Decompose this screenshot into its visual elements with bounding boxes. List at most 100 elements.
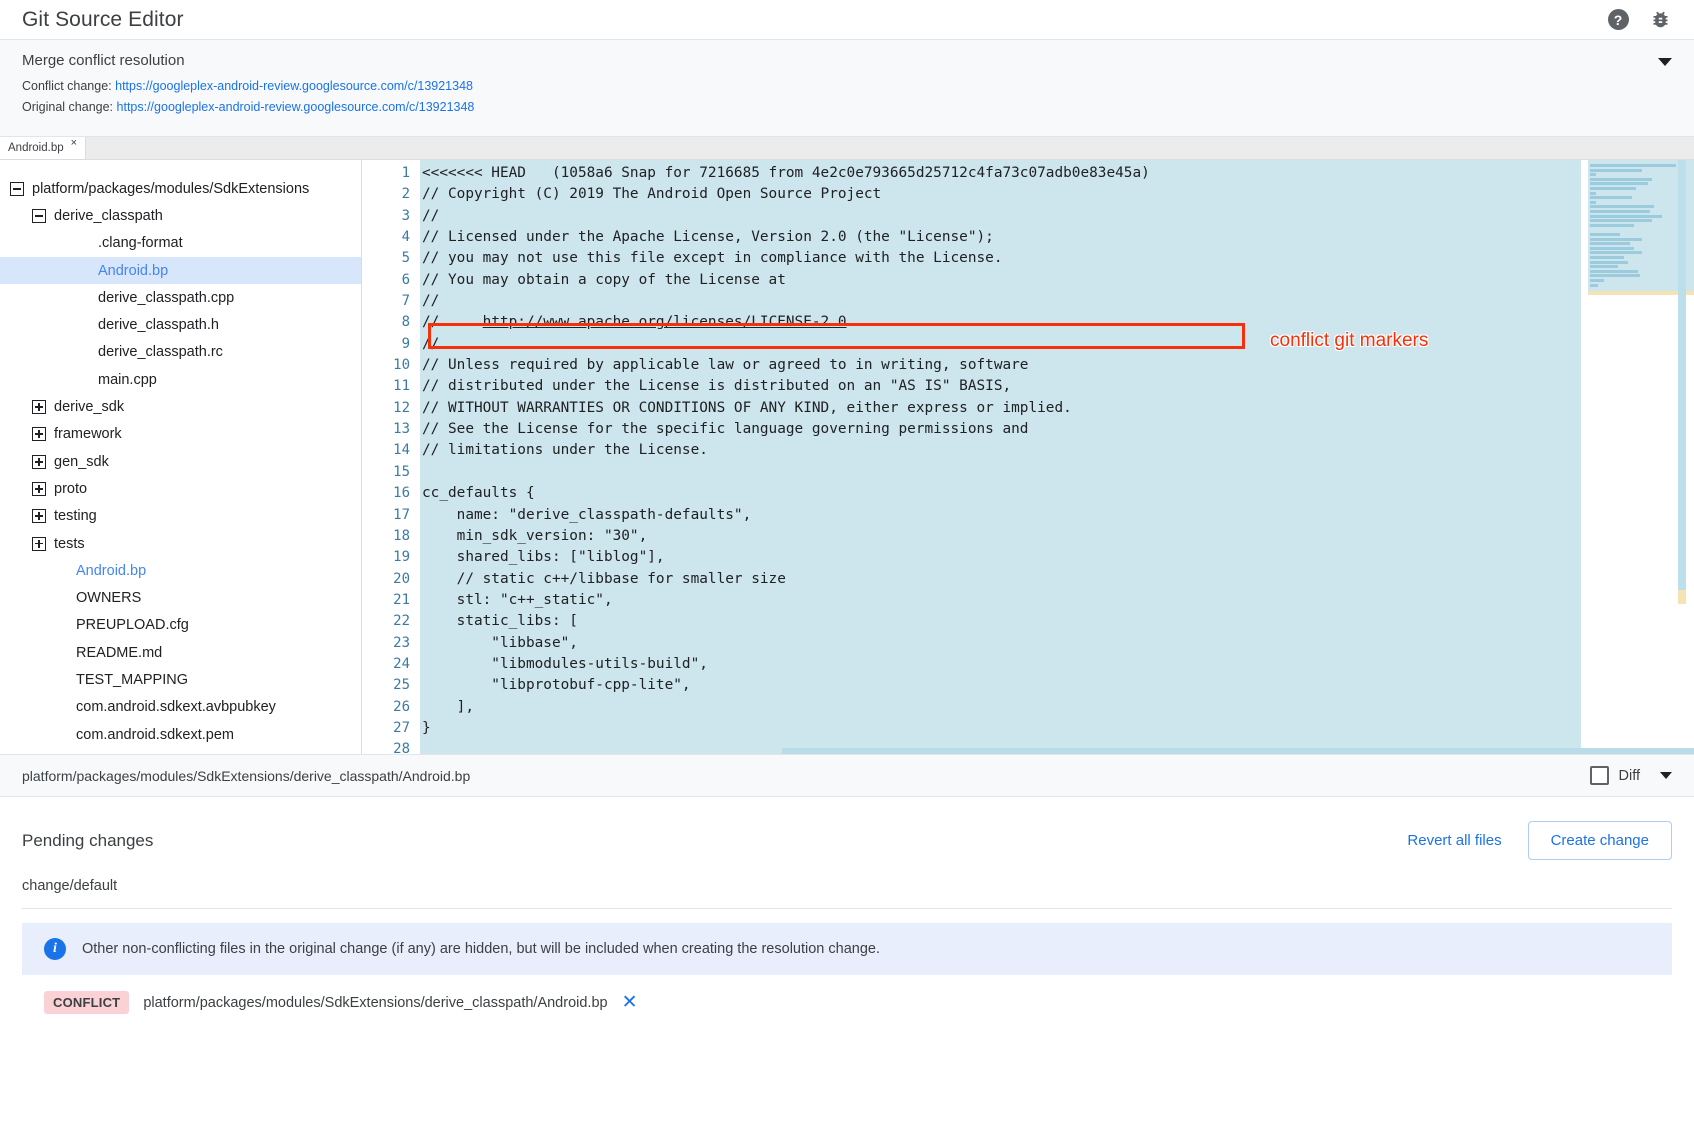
tree-item-label: derive_sdk (54, 399, 124, 415)
divider (22, 908, 1672, 909)
expand-icon[interactable] (32, 509, 46, 523)
tree-item[interactable]: proto (0, 475, 361, 502)
expand-icon[interactable] (32, 455, 46, 469)
editor-tabstrip: Android.bp × (0, 137, 1694, 160)
line-number: 26 (362, 697, 410, 718)
code-line: name: "derive_classpath-defaults", (422, 505, 1581, 526)
code-line: // Copyright (C) 2019 The Android Open S… (422, 184, 1581, 205)
tree-item[interactable]: com.android.sdkext.pem (0, 721, 361, 748)
conflict-file-row: CONFLICT platform/packages/modules/SdkEx… (22, 975, 1672, 1014)
code-line: // (422, 291, 1581, 312)
line-number: 2 (362, 184, 410, 205)
tree-item-label: Android.bp (76, 563, 146, 579)
original-change-row: Original change: https://googleplex-andr… (22, 97, 1672, 118)
tree-item[interactable]: OWNERS (0, 584, 361, 611)
help-glyph: ? (1608, 9, 1629, 30)
vertical-scrollbar[interactable] (1678, 160, 1686, 590)
tree-item[interactable]: derive_classpath (0, 202, 361, 229)
code-line: stl: "c++_static", (422, 590, 1581, 611)
code-line-prefix: // (422, 314, 483, 330)
tree-item[interactable]: testing (0, 503, 361, 530)
minimap-line (1590, 182, 1648, 185)
minimap-line (1590, 238, 1642, 241)
tree-item[interactable]: derive_classpath.rc (0, 339, 361, 366)
line-number: 13 (362, 419, 410, 440)
conflict-change-link[interactable]: https://googleplex-android-review.google… (115, 79, 473, 93)
code-line: <<<<<<< HEAD (1058a6 Snap for 7216685 fr… (422, 163, 1581, 184)
tree-item-label: derive_classpath.cpp (98, 290, 234, 306)
collapse-icon[interactable] (10, 182, 24, 196)
minimap-line (1590, 284, 1598, 287)
tab-android-bp[interactable]: Android.bp × (0, 136, 86, 159)
tree-item[interactable]: platform/packages/modules/SdkExtensions (0, 175, 361, 202)
tree-item[interactable]: Android.bp (0, 557, 361, 584)
line-number: 22 (362, 611, 410, 632)
conflict-file-path: platform/packages/modules/SdkExtensions/… (143, 995, 607, 1011)
code-line: // distributed under the License is dist… (422, 376, 1581, 397)
code-line: ], (422, 697, 1581, 718)
close-icon[interactable]: ✕ (622, 993, 638, 1012)
code-content[interactable]: <<<<<<< HEAD (1058a6 Snap for 7216685 fr… (420, 160, 1581, 754)
tree-item[interactable]: PREUPLOAD.cfg (0, 612, 361, 639)
tree-item[interactable]: tests (0, 530, 361, 557)
close-icon[interactable]: × (71, 137, 77, 149)
code-line (422, 462, 1581, 483)
tree-item[interactable]: derive_sdk (0, 393, 361, 420)
tree-item-label: gen_sdk (54, 454, 109, 470)
diff-checkbox[interactable] (1590, 766, 1609, 785)
original-change-link[interactable]: https://googleplex-android-review.google… (117, 100, 475, 114)
collapse-icon[interactable] (32, 209, 46, 223)
conflict-change-row: Conflict change: https://googleplex-andr… (22, 76, 1672, 97)
minimap-line (1590, 233, 1620, 236)
tree-item-label: Android.bp (98, 263, 168, 279)
tree-item-label: com.android.sdkext.avbpubkey (76, 699, 276, 715)
tree-item[interactable]: framework (0, 421, 361, 448)
minimap-line (1590, 219, 1652, 222)
expand-icon[interactable] (32, 537, 46, 551)
tree-item-label: main.cpp (98, 372, 157, 388)
code-line: static_libs: [ (422, 611, 1581, 632)
tree-item[interactable]: com.android.sdkext.avbpubkey (0, 694, 361, 721)
expand-icon[interactable] (32, 400, 46, 414)
line-number: 28 (362, 739, 410, 754)
pending-changes-header: Pending changes Revert all files Create … (22, 821, 1672, 860)
file-tree[interactable]: platform/packages/modules/SdkExtensionsd… (0, 160, 362, 754)
tree-item[interactable]: derive_classpath.h (0, 311, 361, 338)
tree-item[interactable]: derive_classpath.cpp (0, 284, 361, 311)
line-number: 1 (362, 163, 410, 184)
line-number: 19 (362, 547, 410, 568)
tree-item[interactable]: Android.bp (0, 257, 361, 284)
help-icon[interactable]: ? (1606, 8, 1630, 32)
code-line: cc_defaults { (422, 483, 1581, 504)
line-number: 9 (362, 334, 410, 355)
bug-icon[interactable] (1648, 8, 1672, 32)
line-number: 25 (362, 675, 410, 696)
minimap-line (1590, 178, 1652, 181)
code-line: // limitations under the License. (422, 440, 1581, 461)
minimap-line (1590, 205, 1654, 208)
merge-conflict-header: Merge conflict resolution Conflict chang… (0, 40, 1694, 137)
chevron-down-icon[interactable] (1658, 58, 1672, 66)
code-line: // WITHOUT WARRANTIES OR CONDITIONS OF A… (422, 398, 1581, 419)
create-change-button[interactable]: Create change (1528, 821, 1672, 860)
info-banner-text: Other non-conflicting files in the origi… (82, 941, 880, 957)
line-number: 15 (362, 462, 410, 483)
line-number: 17 (362, 505, 410, 526)
code-line: shared_libs: ["liblog"], (422, 547, 1581, 568)
tree-item[interactable]: .clang-format (0, 230, 361, 257)
expand-icon[interactable] (32, 427, 46, 441)
code-minimap[interactable] (1581, 160, 1694, 754)
tree-item[interactable]: gen_sdk (0, 448, 361, 475)
minimap-line (1590, 242, 1630, 245)
diff-chevron-down-icon[interactable] (1660, 772, 1672, 779)
topbar-icon-group: ? (1606, 8, 1672, 32)
tree-item[interactable]: README.md (0, 639, 361, 666)
tree-item-label: tests (54, 536, 85, 552)
revert-all-files-button[interactable]: Revert all files (1395, 824, 1513, 857)
tree-item[interactable]: main.cpp (0, 366, 361, 393)
expand-icon[interactable] (32, 482, 46, 496)
line-number: 16 (362, 483, 410, 504)
license-url-link[interactable]: http://www.apache.org/licenses/LICENSE-2… (483, 314, 847, 330)
tree-item[interactable]: TEST_MAPPING (0, 666, 361, 693)
horizontal-scrollbar[interactable] (782, 748, 1694, 754)
